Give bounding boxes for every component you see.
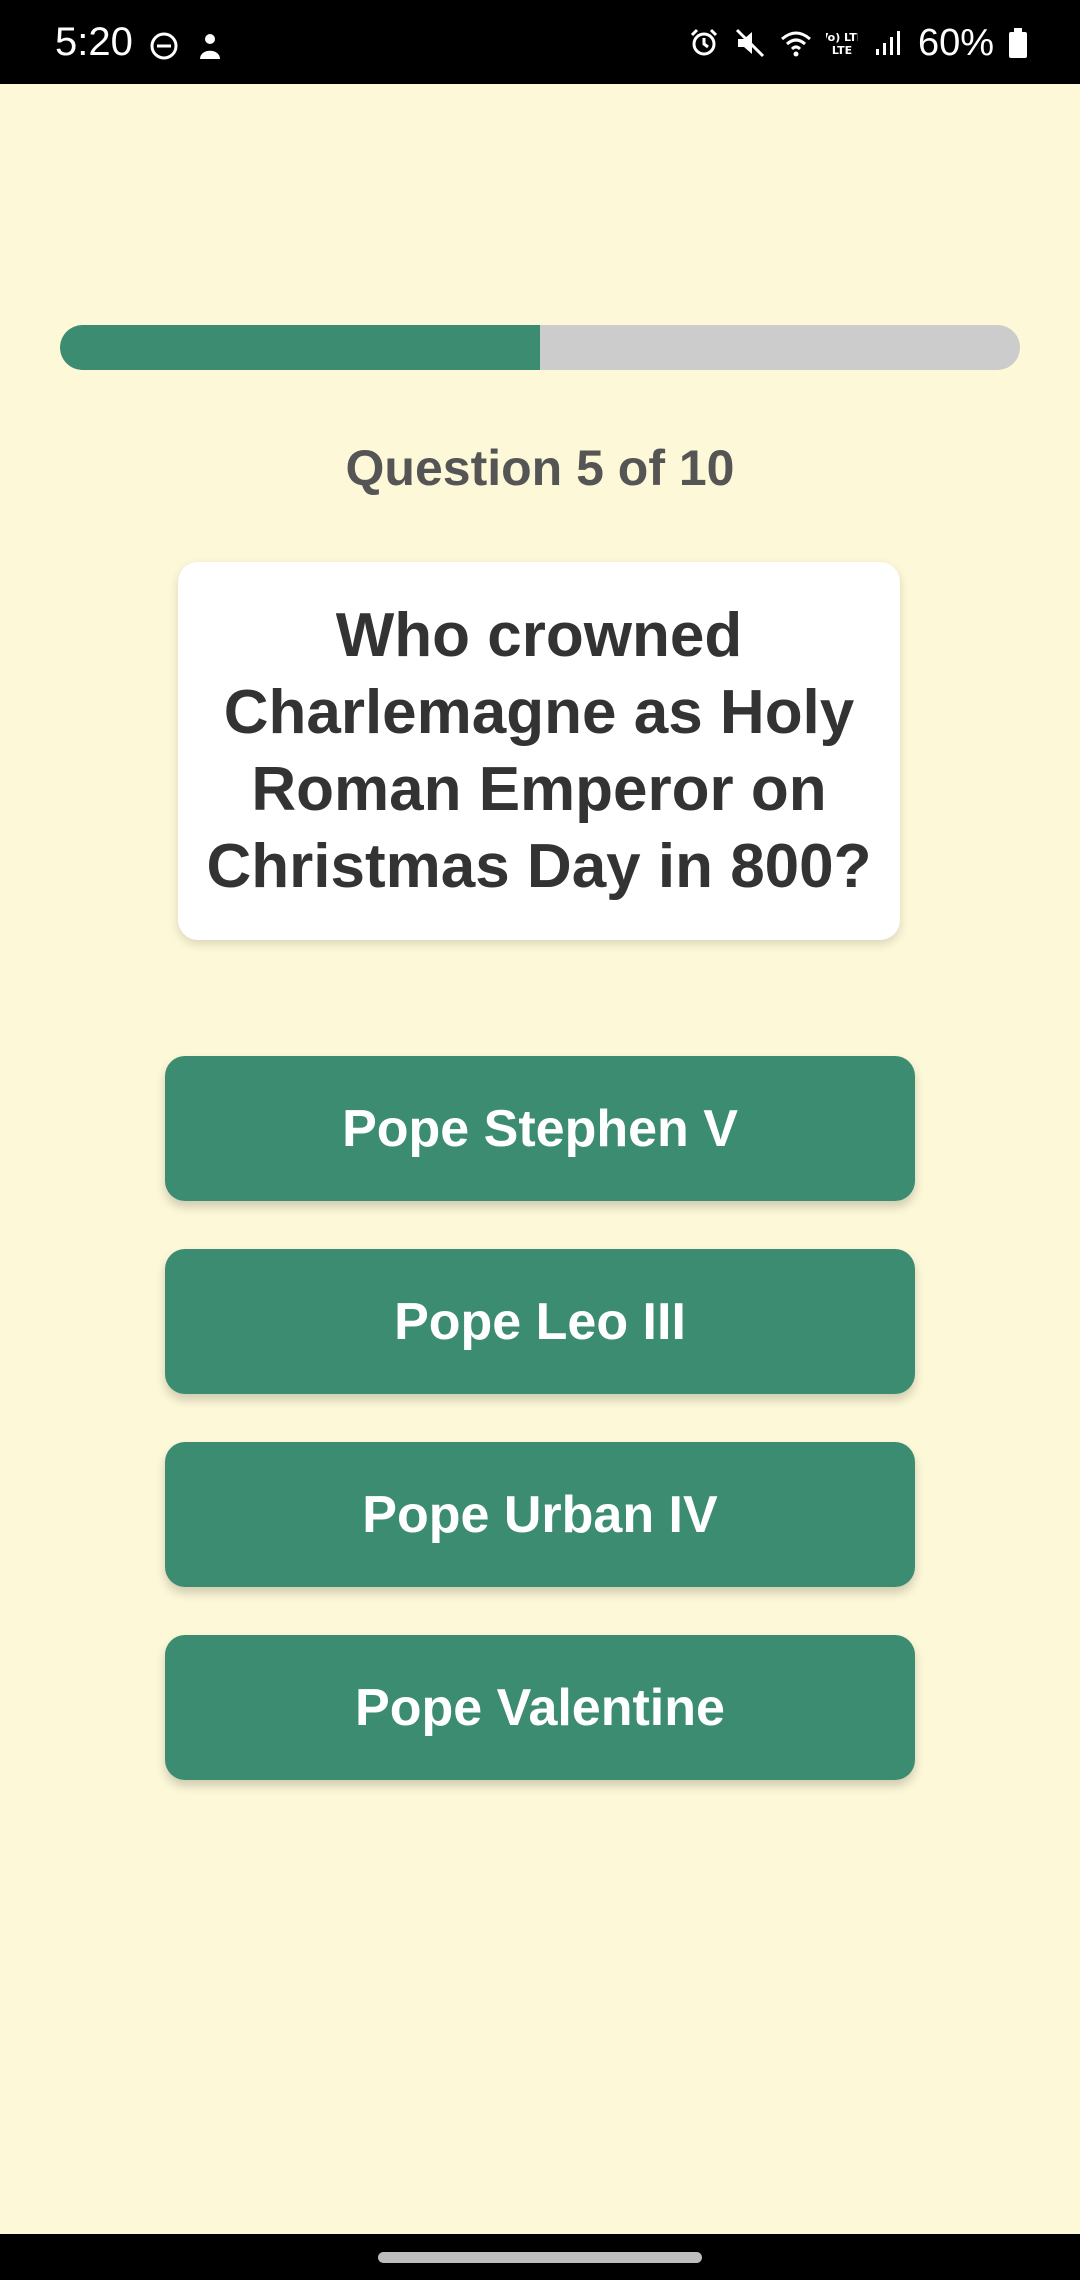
home-gesture-handle[interactable] — [378, 2252, 702, 2263]
answer-button-3[interactable]: Pope Urban IV — [165, 1442, 915, 1587]
notification-app-icon — [194, 30, 226, 62]
status-right-icons: Vo) LTELTE 60% — [688, 24, 1028, 62]
status-left-icons — [148, 30, 226, 62]
signal-icon — [872, 27, 904, 59]
battery-percent: 60% — [917, 22, 994, 64]
wifi-icon — [780, 27, 812, 59]
question-counter: Question 5 of 10 — [345, 440, 735, 496]
answer-button-4[interactable]: Pope Valentine — [165, 1635, 915, 1780]
battery-icon — [1008, 27, 1028, 59]
navigation-bar — [0, 2234, 1080, 2280]
answer-list: Pope Stephen V Pope Leo III Pope Urban I… — [165, 1056, 915, 1828]
answer-button-1[interactable]: Pope Stephen V — [165, 1056, 915, 1201]
question-card: Who crowned Charlemagne as Holy Roman Em… — [178, 562, 900, 940]
svg-text:Vo) LTE: Vo) LTE — [826, 31, 858, 44]
status-time: 5:20 — [55, 20, 133, 64]
status-bar: 5:20 Vo) LTELTE 60% — [0, 0, 1080, 84]
quiz-progress-fill — [60, 325, 540, 370]
question-text: Who crowned Charlemagne as Holy Roman Em… — [206, 601, 872, 901]
alarm-icon — [688, 27, 720, 59]
svg-text:LTE: LTE — [832, 44, 852, 57]
lte-icon: Vo) LTELTE — [826, 27, 858, 59]
answer-button-2[interactable]: Pope Leo III — [165, 1249, 915, 1394]
mute-icon — [734, 27, 766, 59]
do-not-disturb-icon — [148, 30, 180, 62]
quiz-progress-bar — [60, 325, 1020, 370]
